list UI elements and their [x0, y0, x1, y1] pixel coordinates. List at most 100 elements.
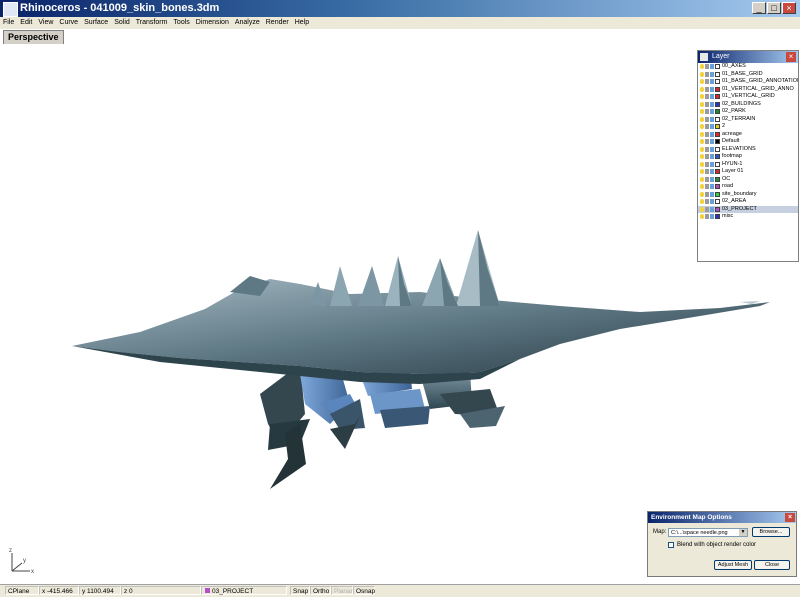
lock-icon[interactable]	[705, 206, 709, 212]
lightbulb-icon[interactable]	[700, 184, 704, 189]
lock-icon[interactable]	[705, 139, 709, 144]
layer-row[interactable]: 01_VERTICAL_GRID	[698, 93, 798, 101]
lightbulb-icon[interactable]	[700, 101, 704, 107]
layer-row[interactable]: 01_BASE_GRID	[698, 71, 798, 79]
lightbulb-icon[interactable]	[700, 199, 704, 204]
browse-button[interactable]: Browse...	[752, 527, 790, 537]
layers-close-button[interactable]: ×	[786, 52, 796, 62]
menu-view[interactable]: View	[35, 17, 56, 28]
current-layer-icon[interactable]	[710, 214, 714, 219]
lightbulb-icon[interactable]	[700, 139, 704, 144]
layer-row[interactable]: 02_BUILDINGS	[698, 101, 798, 109]
lock-icon[interactable]	[705, 199, 709, 204]
lightbulb-icon[interactable]	[700, 206, 704, 212]
menu-file[interactable]: File	[0, 17, 17, 28]
current-layer-icon[interactable]	[710, 79, 714, 84]
layer-color-swatch[interactable]	[715, 101, 720, 107]
close-dialog-button[interactable]: Close	[754, 560, 790, 570]
layer-row[interactable]: 02_AREA	[698, 198, 798, 206]
layer-row[interactable]: Layer 01	[698, 168, 798, 176]
layer-row[interactable]: 02_PARK	[698, 108, 798, 116]
lock-icon[interactable]	[705, 184, 709, 189]
layer-color-swatch[interactable]	[715, 146, 720, 152]
menu-dimension[interactable]: Dimension	[193, 17, 232, 28]
lightbulb-icon[interactable]	[700, 71, 704, 77]
menu-analyze[interactable]: Analyze	[232, 17, 263, 28]
lightbulb-icon[interactable]	[700, 86, 704, 92]
current-layer-icon[interactable]	[710, 64, 714, 69]
current-layer-icon[interactable]	[710, 154, 714, 159]
current-layer-icon[interactable]	[710, 206, 714, 212]
adjust-mesh-button[interactable]: Adjust Mesh	[714, 560, 752, 570]
layer-row[interactable]: road	[698, 183, 798, 191]
lightbulb-icon[interactable]	[700, 176, 704, 182]
current-layer-icon[interactable]	[710, 109, 714, 114]
menu-help[interactable]: Help	[292, 17, 312, 28]
layer-row[interactable]: 02_TERRAIN	[698, 116, 798, 124]
layer-color-swatch[interactable]	[715, 214, 720, 219]
layer-color-swatch[interactable]	[715, 131, 720, 137]
layer-color-swatch[interactable]	[715, 86, 720, 92]
layer-color-swatch[interactable]	[715, 191, 720, 197]
lightbulb-icon[interactable]	[700, 64, 704, 69]
lightbulb-icon[interactable]	[700, 94, 704, 99]
current-layer-icon[interactable]	[710, 94, 714, 99]
status-snap-toggle[interactable]: Snap	[290, 586, 310, 595]
layer-color-swatch[interactable]	[715, 169, 720, 174]
lightbulb-icon[interactable]	[700, 161, 704, 167]
current-layer-icon[interactable]	[710, 116, 714, 122]
perspective-viewport[interactable]	[0, 44, 800, 584]
status-current-layer[interactable]: 03_PROJECT	[201, 586, 287, 595]
chevron-down-icon[interactable]: ▼	[739, 529, 747, 536]
lock-icon[interactable]	[705, 124, 709, 129]
current-layer-icon[interactable]	[710, 176, 714, 182]
layer-color-swatch[interactable]	[715, 199, 720, 204]
current-layer-icon[interactable]	[710, 131, 714, 137]
lock-icon[interactable]	[705, 116, 709, 122]
lock-icon[interactable]	[705, 176, 709, 182]
layer-row[interactable]: Default	[698, 138, 798, 146]
lock-icon[interactable]	[705, 161, 709, 167]
layer-row[interactable]: footmap	[698, 153, 798, 161]
lock-icon[interactable]	[705, 86, 709, 92]
lock-icon[interactable]	[705, 214, 709, 219]
lightbulb-icon[interactable]	[700, 124, 704, 129]
current-layer-icon[interactable]	[710, 184, 714, 189]
layer-row[interactable]: ELEVATIONS	[698, 146, 798, 154]
status-planar-toggle[interactable]: Planar	[331, 586, 353, 595]
current-layer-icon[interactable]	[710, 191, 714, 197]
layer-row[interactable]: 03_PROJECT	[698, 205, 798, 213]
layer-color-swatch[interactable]	[715, 139, 720, 144]
lightbulb-icon[interactable]	[700, 154, 704, 159]
layer-color-swatch[interactable]	[715, 161, 720, 167]
layer-row[interactable]: acreage	[698, 131, 798, 139]
layer-row[interactable]: 2	[698, 123, 798, 131]
layers-panel[interactable]: Layer × 00_AXES 01_BASE_GRID 01_BASE_GRID_…	[697, 50, 799, 262]
layer-color-swatch[interactable]	[715, 124, 720, 129]
layer-row[interactable]: 00_AXES	[698, 63, 798, 71]
layer-row[interactable]: site_boundary	[698, 191, 798, 199]
current-layer-icon[interactable]	[710, 124, 714, 129]
lightbulb-icon[interactable]	[700, 79, 704, 84]
status-osnap-toggle[interactable]: Osnap	[353, 586, 375, 595]
current-layer-icon[interactable]	[710, 139, 714, 144]
close-window-button[interactable]: ×	[782, 2, 796, 14]
layer-row[interactable]: 01_VERTICAL_GRID_ANNO	[698, 86, 798, 94]
layer-color-swatch[interactable]	[715, 109, 720, 114]
layer-row[interactable]: HYUN-1	[698, 161, 798, 169]
layer-row[interactable]: misc	[698, 213, 798, 221]
maximize-button[interactable]: □	[767, 2, 781, 14]
current-layer-icon[interactable]	[710, 146, 714, 152]
layer-color-swatch[interactable]	[715, 176, 720, 182]
lock-icon[interactable]	[705, 79, 709, 84]
lock-icon[interactable]	[705, 101, 709, 107]
lightbulb-icon[interactable]	[700, 146, 704, 152]
layer-color-swatch[interactable]	[715, 79, 720, 84]
lock-icon[interactable]	[705, 146, 709, 152]
current-layer-icon[interactable]	[710, 169, 714, 174]
lock-icon[interactable]	[705, 191, 709, 197]
layers-panel-header[interactable]: Layer ×	[698, 51, 798, 63]
lightbulb-icon[interactable]	[700, 169, 704, 174]
layer-color-swatch[interactable]	[715, 71, 720, 77]
lock-icon[interactable]	[705, 94, 709, 99]
